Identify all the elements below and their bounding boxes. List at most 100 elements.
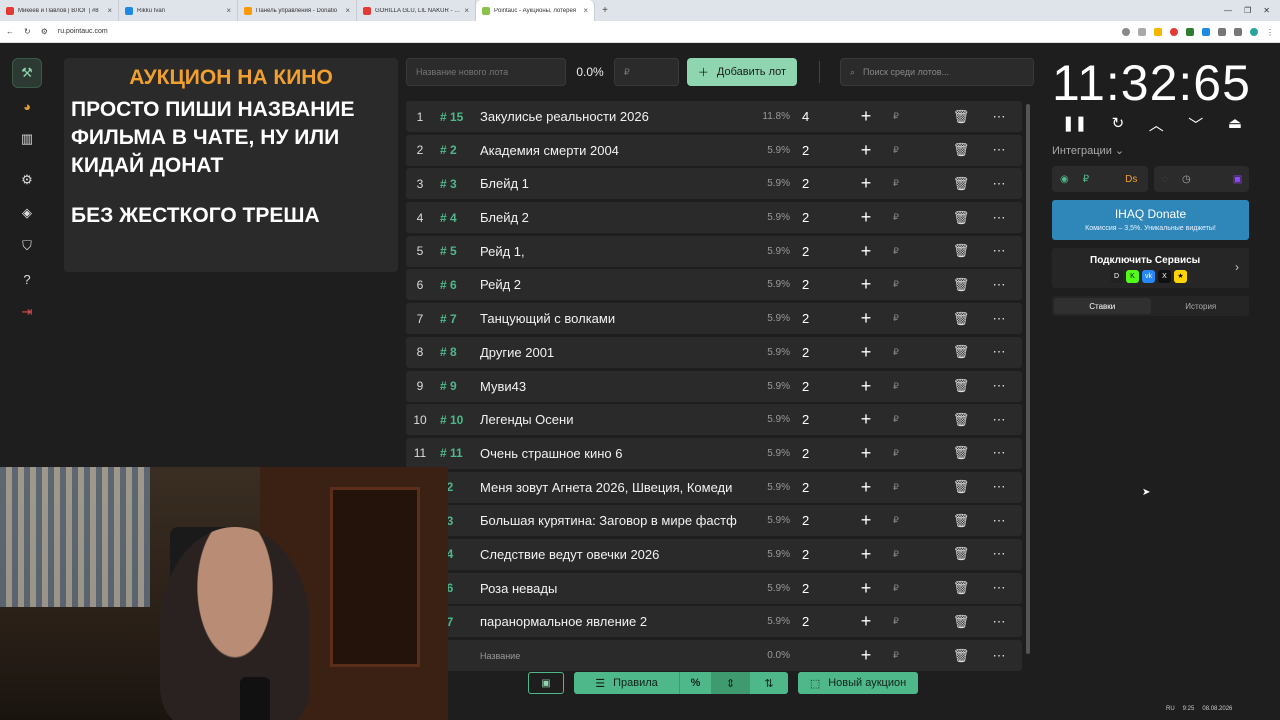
more-icon[interactable]: ⋯	[986, 546, 1012, 562]
add-amount-button[interactable]: +	[846, 477, 886, 498]
menu-icon[interactable]: ⋮	[1266, 28, 1274, 37]
amount-input[interactable]: ₽	[886, 381, 906, 392]
lot-name[interactable]: Меня зовут Агнета 2026, Швеция, Комеди	[480, 480, 750, 495]
amount-input[interactable]: ₽	[886, 482, 906, 493]
more-icon[interactable]: ⋯	[986, 445, 1012, 461]
connect-services-card[interactable]: Подключить Сервисы D K vk X ★ ›	[1052, 248, 1249, 288]
delete-icon[interactable]: 🗑	[906, 142, 976, 158]
amount-input[interactable]: ₽	[886, 178, 906, 189]
delete-icon[interactable]: 🗑	[906, 311, 976, 327]
add-amount-button[interactable]: +	[846, 106, 886, 127]
extension-icon[interactable]	[1154, 27, 1162, 36]
lot-amount-input[interactable]	[614, 58, 679, 86]
url-field[interactable]: ru.pointauc.com	[58, 28, 1112, 35]
scrollbar[interactable]	[1026, 104, 1030, 654]
lot-search[interactable]: ⌕ Поиск среди лотов...	[840, 58, 1034, 86]
amount-input[interactable]: ₽	[886, 515, 906, 526]
delete-icon[interactable]: 🗑	[906, 109, 976, 125]
lot-name[interactable]: Муви43	[480, 379, 750, 394]
lot-name[interactable]: Роза невады	[480, 581, 750, 596]
more-icon[interactable]: ⋯	[986, 176, 1012, 192]
maximize-button[interactable]: ❐	[1244, 6, 1251, 15]
delete-icon[interactable]: 🗑	[906, 614, 976, 630]
delete-icon[interactable]: 🗑	[906, 378, 976, 394]
amount-input[interactable]: ₽	[886, 414, 906, 425]
integration-twitch[interactable]: ◌ ◷ ▣	[1154, 166, 1249, 192]
delete-icon[interactable]: 🗑	[906, 412, 976, 428]
more-icon[interactable]: ⋯	[986, 277, 1012, 293]
rules-button[interactable]: ☰ Правила	[574, 672, 680, 694]
add-amount-button[interactable]: +	[846, 376, 886, 397]
add-amount-button[interactable]: +	[846, 611, 886, 632]
add-lot-button[interactable]: ＋ Добавить лот	[687, 58, 797, 86]
logout-icon[interactable]: ⇥	[12, 297, 42, 327]
delete-icon[interactable]: 🗑	[906, 479, 976, 495]
extension-icon[interactable]	[1202, 27, 1210, 36]
amount-input[interactable]: ₽	[886, 279, 906, 290]
add-amount-button[interactable]: +	[846, 173, 886, 194]
delete-icon[interactable]: 🗑	[906, 344, 976, 360]
close-tab-icon[interactable]: ×	[464, 6, 469, 15]
compress-button[interactable]: ⇕	[712, 672, 750, 694]
add-amount-button[interactable]: +	[846, 308, 886, 329]
more-icon[interactable]: ⋯	[986, 513, 1012, 529]
extensions-icon[interactable]	[1218, 27, 1226, 36]
lot-name[interactable]: Блейд 1	[480, 176, 750, 191]
integrations-header[interactable]: Интеграции ⌄	[1052, 144, 1124, 157]
lot-name[interactable]: Блейд 2	[480, 210, 750, 225]
add-amount-button[interactable]: +	[846, 578, 886, 599]
amount-input[interactable]: ₽	[886, 246, 906, 257]
new-lot-name[interactable]: Название	[480, 651, 750, 661]
more-icon[interactable]: ⋯	[986, 412, 1012, 428]
chevron-down-icon[interactable]: ﹀	[1188, 114, 1203, 135]
wheel-icon[interactable]: ◕	[12, 91, 42, 121]
shield-icon[interactable]: ⛉	[12, 231, 42, 261]
add-amount-button[interactable]: +	[846, 140, 886, 161]
add-amount-button[interactable]: +	[846, 443, 886, 464]
delete-icon[interactable]: 🗑	[906, 243, 976, 259]
more-icon[interactable]: ⋯	[986, 614, 1012, 630]
minimize-button[interactable]: —	[1224, 6, 1232, 15]
more-icon[interactable]: ⋯	[986, 243, 1012, 259]
layers-icon[interactable]: ◈	[12, 198, 42, 228]
amount-input[interactable]: ₽	[886, 549, 906, 560]
browser-tab[interactable]: GORILLA GLU, LIL NAKUR - Sc ×	[357, 0, 476, 21]
more-icon[interactable]: ⋯	[986, 479, 1012, 495]
delete-icon[interactable]: 🗑	[906, 210, 976, 226]
amount-input[interactable]: ₽	[886, 448, 906, 459]
help-icon[interactable]: ?	[12, 264, 42, 294]
zoom-icon[interactable]	[1122, 27, 1130, 36]
more-icon[interactable]: ⋯	[986, 311, 1012, 327]
delete-icon[interactable]: 🗑	[906, 546, 976, 562]
language-indicator[interactable]: RU	[1166, 706, 1175, 712]
restart-icon[interactable]: ↻	[1112, 114, 1125, 135]
save-button[interactable]: ▣	[528, 672, 564, 694]
delete-icon[interactable]: 🗑	[906, 176, 976, 192]
chevron-up-icon[interactable]: ︿	[1149, 114, 1164, 135]
browser-tab[interactable]: Панель управления - Donatio ×	[238, 0, 357, 21]
add-amount-button[interactable]: +	[846, 409, 886, 430]
lot-name[interactable]: Академия смерти 2004	[480, 143, 750, 158]
amount-input[interactable]: ₽	[886, 616, 906, 627]
amount-input[interactable]: ₽	[886, 650, 906, 661]
lot-name[interactable]: Следствие ведут овечки 2026	[480, 547, 750, 562]
pause-icon[interactable]: ❚❚	[1062, 114, 1087, 135]
percent-toggle[interactable]: %	[680, 672, 712, 694]
profile-avatar[interactable]	[1250, 27, 1258, 36]
extension-icon[interactable]	[1186, 27, 1194, 36]
more-icon[interactable]: ⋯	[986, 580, 1012, 596]
lot-name[interactable]: Рейд 2	[480, 277, 750, 292]
lot-name[interactable]: Рейд 1,	[480, 244, 750, 259]
delete-icon[interactable]: 🗑	[906, 580, 976, 596]
tab-bets[interactable]: Ставки	[1054, 298, 1151, 314]
lot-name[interactable]: паранормальное явление 2	[480, 614, 750, 629]
more-icon[interactable]: ⋯	[986, 648, 1012, 664]
tab-history[interactable]: История	[1153, 296, 1250, 316]
close-tab-icon[interactable]: ×	[107, 6, 112, 15]
lot-name[interactable]: Другие 2001	[480, 345, 750, 360]
browser-tab[interactable]: Pointauc - Аукционы, лотерея ×	[476, 0, 595, 21]
add-amount-button[interactable]: +	[846, 274, 886, 295]
lot-name[interactable]: Легенды Осени	[480, 412, 750, 427]
extension-icon[interactable]	[1170, 27, 1178, 36]
amount-input[interactable]: ₽	[886, 111, 906, 122]
